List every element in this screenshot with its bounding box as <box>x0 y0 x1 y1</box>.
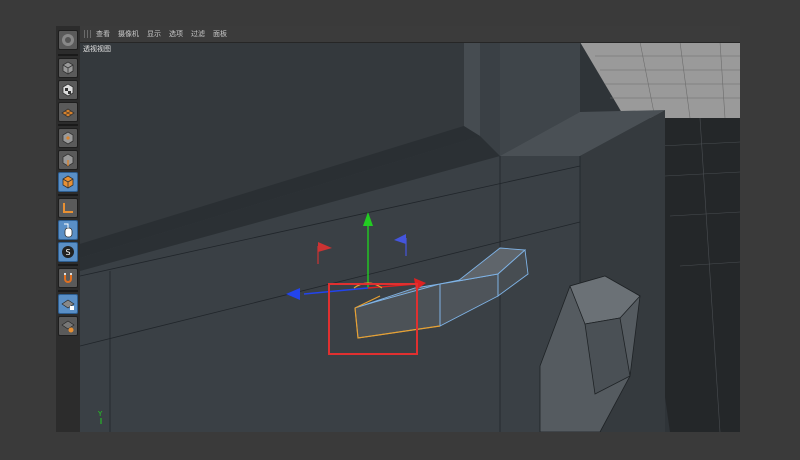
menu-cameras[interactable]: 摄像机 <box>118 29 139 39</box>
polygon-mode-icon[interactable] <box>58 172 78 192</box>
viewport-title: 透视视图 <box>83 45 111 53</box>
menu-options[interactable]: 选项 <box>169 29 183 39</box>
menu-display[interactable]: 显示 <box>147 29 161 39</box>
menu-filter[interactable]: 过滤 <box>191 29 205 39</box>
svg-text:S: S <box>65 248 70 257</box>
axis-mode-icon[interactable] <box>58 198 78 218</box>
viewport-menu-bar: 查看 摄像机 显示 选项 过滤 面板 <box>80 26 740 43</box>
cinema4d-window: S 查看 摄像机 显示 选项 过滤 面板 透视视图 Y <box>56 26 740 432</box>
texture-mode-icon[interactable] <box>58 80 78 100</box>
menu-view[interactable]: 查看 <box>96 29 110 39</box>
snap-magnet-icon[interactable] <box>58 268 78 288</box>
left-toolbar: S <box>56 26 81 432</box>
perspective-viewport[interactable]: 查看 摄像机 显示 选项 过滤 面板 透视视图 Y <box>80 26 740 432</box>
locked-workplane-icon[interactable] <box>58 294 78 314</box>
solo-icon[interactable]: S <box>58 242 78 262</box>
tweak-mode-icon[interactable] <box>58 220 78 240</box>
world-axis-label: Y <box>97 410 103 418</box>
menu-grip-icon <box>84 30 92 38</box>
menu-panel[interactable]: 面板 <box>213 29 227 39</box>
model-mode-icon[interactable] <box>58 58 78 78</box>
logo-icon[interactable] <box>58 30 78 50</box>
point-mode-icon[interactable] <box>58 128 78 148</box>
workplane-icon[interactable] <box>58 102 78 122</box>
edge-mode-icon[interactable] <box>58 150 78 170</box>
planar-workplane-icon[interactable] <box>58 316 78 336</box>
3d-scene[interactable]: Y <box>80 26 740 432</box>
